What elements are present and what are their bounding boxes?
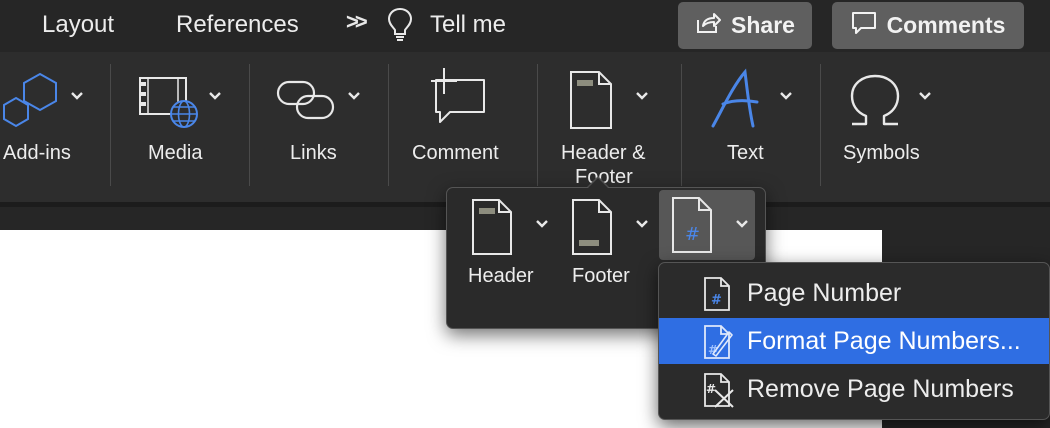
lightbulb-icon xyxy=(386,6,414,47)
popover-arrow-inner xyxy=(588,178,608,188)
header-page-icon xyxy=(471,198,513,261)
ribbon-group-links[interactable]: Links xyxy=(251,52,386,202)
share-button[interactable]: Share xyxy=(678,2,812,49)
menu-item-label: Remove Page Numbers xyxy=(747,375,1014,403)
add-ins-label: Add-ins xyxy=(3,142,71,164)
header-button[interactable] xyxy=(457,192,555,260)
tab-bar: Layout References >> Tell me Share Comme… xyxy=(0,0,1050,52)
ribbon-separator xyxy=(820,64,821,186)
more-tabs-chevron-icon[interactable]: >> xyxy=(346,9,368,35)
media-label: Media xyxy=(148,142,203,164)
ribbon-separator xyxy=(110,64,111,186)
page-number-chevron-down-icon[interactable] xyxy=(735,216,749,234)
comment-bubble-icon xyxy=(851,11,877,40)
page-number-menu: # Page Number # Format Page Numbers... # xyxy=(658,262,1050,420)
symbols-chevron-down-icon[interactable] xyxy=(918,88,932,106)
ribbon-separator xyxy=(388,64,389,186)
page-number-icon: # xyxy=(703,276,731,317)
text-chevron-down-icon[interactable] xyxy=(779,88,793,106)
links-label: Links xyxy=(290,142,337,164)
footer-chevron-down-icon[interactable] xyxy=(635,216,649,234)
tab-references[interactable]: References xyxy=(176,11,299,39)
remove-page-numbers-icon: # xyxy=(703,372,735,413)
tell-me-search[interactable]: Tell me xyxy=(430,11,506,39)
header-footer-label-line1: Header & xyxy=(561,142,646,164)
header-chevron-down-icon[interactable] xyxy=(535,216,549,234)
ribbon-separator xyxy=(681,64,682,186)
footer-page-icon xyxy=(571,198,613,261)
format-page-numbers-icon: # xyxy=(703,324,733,365)
page-number-button[interactable]: # xyxy=(659,190,755,260)
ribbon-group-symbols[interactable]: Symbols xyxy=(822,52,962,202)
svg-text:#: # xyxy=(685,224,700,245)
links-chevron-down-icon[interactable] xyxy=(347,88,361,106)
ribbon: Add-ins Media Links Comment Header & Foo… xyxy=(0,52,1050,202)
menu-item-page-number[interactable]: # Page Number xyxy=(659,270,1049,317)
ribbon-group-add-ins[interactable]: Add-ins xyxy=(0,52,108,202)
menu-item-remove-page-numbers[interactable]: # Remove Page Numbers xyxy=(659,366,1049,413)
header-footer-chevron-down-icon[interactable] xyxy=(635,88,649,106)
share-label: Share xyxy=(731,12,795,38)
ribbon-separator xyxy=(249,64,250,186)
ribbon-group-text[interactable]: Text xyxy=(683,52,818,202)
share-icon xyxy=(695,11,722,40)
ribbon-group-media[interactable]: Media xyxy=(112,52,247,202)
media-icon xyxy=(138,72,200,135)
add-ins-icon xyxy=(0,72,62,133)
ribbon-group-comment[interactable]: Comment xyxy=(390,52,535,202)
footer-button[interactable] xyxy=(559,192,657,260)
ribbon-separator xyxy=(537,64,538,186)
link-icon xyxy=(275,76,341,129)
text-label: Text xyxy=(727,142,764,164)
header-label: Header xyxy=(468,265,534,287)
comment-icon xyxy=(426,66,490,133)
menu-item-label: Format Page Numbers... xyxy=(747,327,1021,355)
header-footer-icon xyxy=(569,70,613,135)
comments-button[interactable]: Comments xyxy=(832,2,1024,49)
tab-layout[interactable]: Layout xyxy=(42,11,114,39)
comment-label: Comment xyxy=(412,142,499,164)
omega-icon xyxy=(848,72,902,133)
menu-item-format-page-numbers[interactable]: # Format Page Numbers... xyxy=(659,318,1049,365)
add-ins-chevron-down-icon[interactable] xyxy=(70,88,84,106)
text-icon xyxy=(709,68,765,135)
svg-text:#: # xyxy=(711,293,722,308)
menu-item-label: Page Number xyxy=(747,279,902,307)
media-chevron-down-icon[interactable] xyxy=(208,88,222,106)
comments-label: Comments xyxy=(886,12,1006,38)
page-number-icon: # xyxy=(671,196,713,259)
svg-text:#: # xyxy=(706,382,716,396)
symbols-label: Symbols xyxy=(843,142,920,164)
footer-label: Footer xyxy=(572,265,630,287)
